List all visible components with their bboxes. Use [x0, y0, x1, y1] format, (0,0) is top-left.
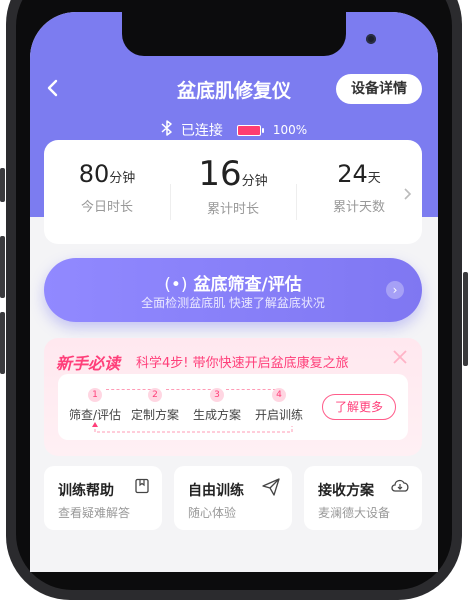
chevron-right-icon: ›: [386, 281, 404, 299]
stat-label: 累计时长: [206, 202, 259, 217]
card-subtitle: 查看疑难解答: [58, 506, 131, 520]
screening-subtitle: 全面检测盆底肌 快速了解盆底状况: [141, 296, 325, 310]
step-number: 4: [272, 388, 286, 402]
step-name: 开启训练: [254, 408, 303, 422]
step-name: 生成方案: [192, 408, 241, 422]
step-item: 4 开启训练: [244, 382, 314, 423]
battery-icon: [236, 124, 264, 136]
card-title: 训练帮助: [58, 483, 114, 499]
app-screen: 盆底肌修复仪 设备详情 已连接 100% 80分钟 今日时长 16分钟 累计时长…: [30, 12, 438, 572]
scan-icon: (•): [164, 275, 188, 295]
stat-unit: 分钟: [109, 171, 136, 186]
step-number: 3: [210, 388, 224, 402]
screening-button[interactable]: (•) 盆底筛查/评估 全面检测盆底肌 快速了解盆底状况 ›: [44, 258, 422, 322]
step-number: 2: [148, 388, 162, 402]
steps-panel: 1 筛查/评估 2 定制方案 3 生成方案 4 开启训练 了解更多: [58, 374, 408, 440]
side-button-left-2: [0, 236, 5, 298]
stat-unit: 分钟: [241, 174, 268, 189]
newbie-guide-card: 新手必读 科学4步! 带你快速开启盆底康复之旅 1 筛查/评估 2 定制方案 3…: [44, 338, 422, 456]
newbie-badge: 新手必读: [56, 354, 121, 373]
chevron-right-icon: [402, 186, 412, 205]
bluetooth-icon: [161, 120, 173, 140]
free-training-card[interactable]: 自由训练 随心体验: [174, 466, 292, 530]
screening-title-row: (•) 盆底筛查/评估: [44, 270, 422, 295]
step-item: 2 定制方案: [120, 382, 190, 423]
step-item: 3 生成方案: [182, 382, 252, 423]
stat-today: 80分钟 今日时长: [44, 160, 170, 215]
stat-value: 24: [337, 160, 368, 188]
card-subtitle: 随心体验: [188, 506, 237, 520]
side-button-left-3: [0, 312, 5, 374]
connection-status-row: 已连接 100%: [30, 120, 438, 140]
cloud-download-icon: [390, 478, 410, 498]
card-subtitle: 麦澜德大设备: [318, 506, 391, 520]
battery-percent: 100%: [272, 123, 308, 137]
learn-more-button[interactable]: 了解更多: [322, 394, 396, 420]
newbie-hint: 科学4步! 带你快速开启盆底康复之旅: [136, 356, 349, 371]
card-title: 自由训练: [188, 483, 244, 499]
camera-dot: [366, 34, 376, 44]
card-title: 接收方案: [318, 483, 374, 499]
side-button-right: [463, 272, 468, 366]
device-details-button[interactable]: 设备详情: [336, 74, 422, 104]
loop-arrow-icon: [92, 422, 293, 433]
bookmark-icon: [134, 478, 150, 498]
close-icon[interactable]: [392, 346, 408, 371]
stat-label: 今日时长: [80, 200, 133, 215]
step-name: 定制方案: [130, 408, 179, 422]
paper-plane-icon: [262, 478, 280, 500]
stat-unit: 天: [367, 171, 381, 186]
connection-status-text: 已连接: [180, 123, 223, 139]
training-help-card[interactable]: 训练帮助 查看疑难解答: [44, 466, 162, 530]
side-button-left-1: [0, 168, 5, 202]
stat-value: 16: [198, 154, 242, 194]
screening-title: 盆底筛查/评估: [193, 275, 302, 295]
receive-plan-card[interactable]: 接收方案 麦澜德大设备: [304, 466, 422, 530]
stat-value: 80: [78, 160, 110, 188]
stat-total-duration: 16分钟 累计时长: [170, 154, 296, 217]
notch: [122, 12, 376, 56]
step-number: 1: [88, 388, 102, 402]
stats-card[interactable]: 80分钟 今日时长 16分钟 累计时长 24天 累计天数: [44, 140, 422, 244]
